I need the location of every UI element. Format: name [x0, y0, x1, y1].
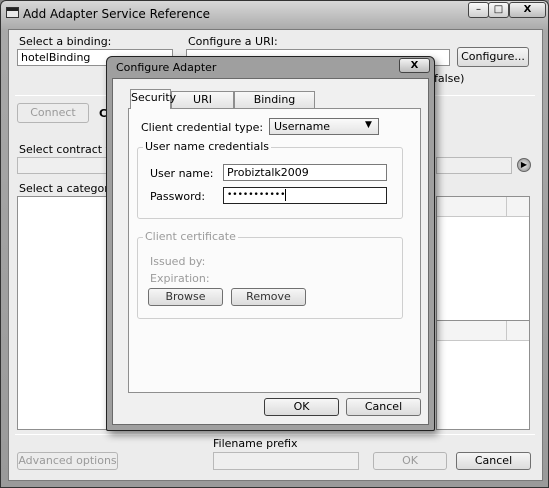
list-header — [437, 197, 529, 217]
dialog-title: Configure Adapter — [116, 61, 217, 74]
username-credentials-group: User name credentials User name: Probizt… — [137, 140, 403, 219]
uri-label: Configure a URI: — [188, 35, 278, 48]
contract-type-select[interactable] — [17, 157, 109, 174]
column-divider — [506, 321, 507, 341]
username-value: Probiztalk2009 — [227, 166, 309, 179]
category-tree[interactable] — [17, 196, 109, 430]
advanced-options-button[interactable]: Advanced options — [17, 452, 118, 470]
credential-type-label: Client credential type: — [141, 121, 264, 134]
ok-button[interactable]: OK — [373, 452, 447, 470]
connect-button[interactable]: Connect — [17, 103, 89, 123]
configure-button[interactable]: Configure... — [457, 47, 529, 67]
separator — [15, 434, 535, 435]
maximize-button[interactable]: □ — [488, 2, 509, 18]
issued-by-label: Issued by: — [150, 255, 206, 268]
tab-binding-properties[interactable]: Binding Properties — [234, 91, 315, 121]
credential-type-value: Username — [274, 120, 331, 133]
uri-partial-text: false) — [434, 72, 465, 85]
window-title: Add Adapter Service Reference — [23, 7, 211, 21]
chevron-down-icon: ▼ — [365, 120, 372, 130]
column-divider — [506, 197, 507, 217]
tab-uri-properties[interactable]: URI Properties — [171, 91, 234, 121]
username-group-label: User name credentials — [143, 140, 271, 153]
expiration-label: Expiration: — [150, 272, 210, 285]
security-tab-panel: Client credential type: Username ▼ User … — [128, 108, 421, 393]
minimize-button[interactable]: – — [468, 2, 489, 18]
username-label: User name: — [150, 167, 214, 180]
client-certificate-group-label: Client certificate — [143, 230, 238, 243]
credential-type-dropdown[interactable]: Username ▼ — [269, 118, 379, 135]
tab-security[interactable]: Security — [130, 89, 176, 109]
text-cursor — [285, 188, 287, 201]
configure-adapter-dialog: Configure Adapter X Security URI Propert… — [106, 56, 435, 431]
search-input[interactable] — [436, 157, 512, 174]
password-value: ••••••••••• — [227, 190, 286, 200]
binding-select-value: hotelBinding — [21, 51, 91, 64]
browse-button[interactable]: Browse — [148, 288, 223, 306]
category-label: Select a category: — [19, 182, 119, 195]
cancel-button[interactable]: Cancel — [456, 452, 531, 470]
username-input[interactable]: Probiztalk2009 — [223, 164, 387, 181]
dialog-cancel-button[interactable]: Cancel — [346, 398, 421, 416]
dialog-client-area: Security URI Properties Binding Properti… — [112, 78, 429, 425]
window-app-icon — [6, 7, 19, 18]
filename-prefix-input[interactable] — [213, 452, 359, 470]
filename-prefix-label: Filename prefix — [213, 437, 298, 450]
window-close-button[interactable]: X — [509, 2, 546, 18]
dialog-close-button[interactable]: X — [399, 58, 430, 73]
list-header — [437, 321, 529, 341]
password-input[interactable]: ••••••••••• — [223, 187, 387, 204]
dialog-ok-button[interactable]: OK — [264, 398, 339, 416]
remove-button[interactable]: Remove — [231, 288, 306, 306]
client-certificate-group: Client certificate Issued by: Expiration… — [137, 230, 403, 319]
binding-label: Select a binding: — [19, 35, 112, 48]
available-operations-list[interactable] — [436, 196, 530, 322]
added-operations-list[interactable] — [436, 320, 530, 430]
go-arrow-icon[interactable]: ▶ — [517, 158, 531, 172]
password-label: Password: — [150, 190, 206, 203]
